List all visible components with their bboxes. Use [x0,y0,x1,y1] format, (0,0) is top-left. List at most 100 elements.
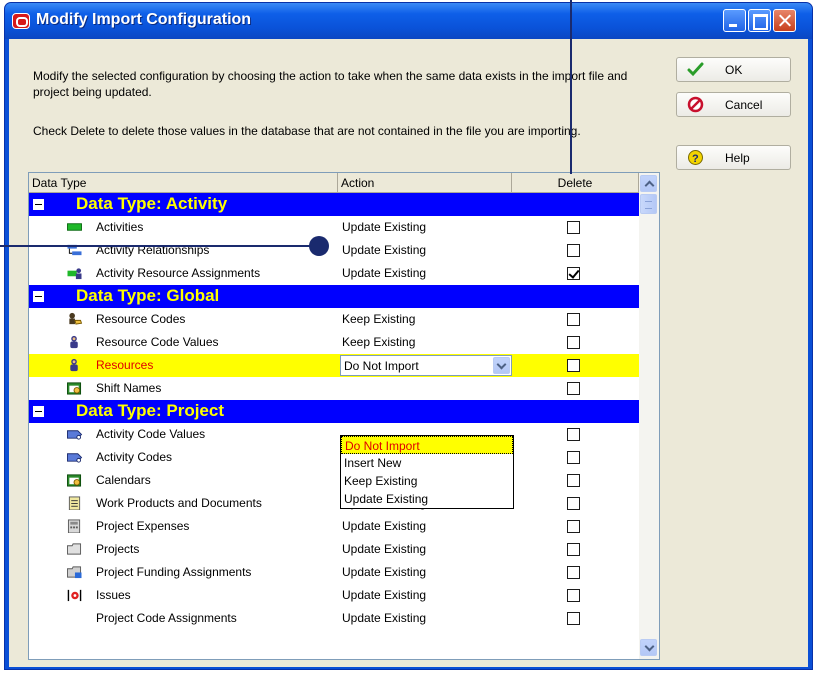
dropdown-option[interactable]: Insert New [341,454,513,472]
row-data-type: Project Funding Assignments [96,565,252,579]
delete-checkbox[interactable] [567,221,580,234]
table-row[interactable]: Activity Resource Assignments Update Exis… [29,262,639,285]
row-data-type: Resource Codes [96,312,186,326]
action-select-value: Do Not Import [344,359,419,373]
activity-bar-icon [67,223,82,231]
delete-checkbox[interactable] [567,589,580,602]
collapse-toggle-icon[interactable] [33,291,44,302]
row-data-type: Project Expenses [96,519,190,533]
column-delete[interactable]: Delete [512,173,639,193]
row-data-type: Work Products and Documents [96,496,262,510]
title-bar[interactable]: Modify Import Configuration [5,3,812,39]
delete-checkbox[interactable] [567,336,580,349]
scroll-down-button[interactable] [640,639,657,656]
row-data-type: Activities [96,220,144,234]
delete-checkbox[interactable] [567,474,580,487]
close-button[interactable] [773,9,796,32]
svg-text:?: ? [692,153,699,165]
delete-checkbox[interactable] [567,451,580,464]
help-button[interactable]: ? Help [676,145,791,170]
group-header[interactable]: Data Type: Global [29,285,639,308]
table-row[interactable]: Activity Codes Insert New [29,446,639,469]
delete-checkbox[interactable] [567,520,580,533]
delete-checkbox[interactable] [567,428,580,441]
chevron-down-icon[interactable] [493,357,510,374]
checkmark-icon [687,62,704,77]
group-title: Data Type: Global [76,286,220,305]
row-action[interactable]: Update Existing [342,565,426,579]
scroll-thumb[interactable] [640,194,657,214]
row-data-type: Resources [96,358,154,372]
row-data-type: Resource Code Values [96,335,219,349]
table-row[interactable]: Resource Code Values Keep Existing [29,331,639,354]
table-row[interactable]: Activities Update Existing [29,216,639,239]
delete-checkbox[interactable] [567,244,580,257]
row-action[interactable]: Update Existing [342,519,426,533]
delete-checkbox[interactable] [567,566,580,579]
cancel-icon [687,96,704,113]
calendar-icon [67,474,82,487]
help-icon: ? [688,150,703,165]
table-row[interactable]: Activity Relationships Update Existing [29,239,639,262]
delete-checkbox[interactable] [567,382,580,395]
collapse-toggle-icon[interactable] [33,199,44,210]
delete-checkbox[interactable] [567,497,580,510]
row-action[interactable]: Update Existing [342,243,426,257]
vertical-scrollbar[interactable] [639,173,659,659]
row-action[interactable]: Update Existing [342,542,426,556]
delete-checkbox[interactable] [567,543,580,556]
maximize-button[interactable] [748,9,771,32]
folder-icon [67,543,82,555]
code-tag-icon [67,453,83,463]
oracle-app-icon [12,13,30,29]
delete-checkbox[interactable] [567,612,580,625]
delete-checkbox[interactable] [567,359,580,372]
dropdown-option[interactable]: Keep Existing [341,472,513,490]
table-row[interactable]: Work Products and Documents Update Existi… [29,492,639,515]
row-action[interactable]: Keep Existing [342,335,415,349]
table-row[interactable]: Shift Names [29,377,639,400]
resource-assignment-icon [67,268,82,280]
delete-instruction-text: Check Delete to delete those values in t… [33,124,581,138]
row-action[interactable]: Update Existing [342,266,426,280]
dropdown-option[interactable]: Do Not Import [341,436,513,454]
window-title: Modify Import Configuration [36,11,252,28]
row-action[interactable]: Update Existing [342,220,426,234]
row-action[interactable]: Update Existing [342,588,426,602]
delete-checkbox[interactable] [567,267,580,280]
table-row[interactable]: Projects Update Existing [29,538,639,561]
group-header[interactable]: Data Type: Activity [29,193,639,216]
table-row[interactable]: Project Expenses Update Existing [29,515,639,538]
table-row[interactable]: Project Code Assignments Update Existing [29,607,639,630]
callout-line-vertical [570,0,572,174]
row-action[interactable]: Update Existing [342,611,426,625]
table-row[interactable]: Resources Do Not Import [29,354,639,377]
table-row[interactable]: Issues Update Existing [29,584,639,607]
table-row[interactable]: Activity Code Values [29,423,639,446]
row-data-type: Shift Names [96,381,162,395]
minimize-button[interactable] [723,9,746,32]
row-data-type: Calendars [96,473,151,487]
table-row[interactable]: Resource Codes Keep Existing [29,308,639,331]
delete-checkbox[interactable] [567,313,580,326]
row-action[interactable]: Keep Existing [342,312,415,326]
cancel-button[interactable]: Cancel [676,92,791,117]
scroll-up-button[interactable] [640,175,657,192]
collapse-toggle-icon[interactable] [33,406,44,417]
group-title: Data Type: Project [76,401,225,420]
callout-line-horizontal [0,245,318,247]
dialog-window: Modify Import Configuration Modify the s… [4,2,813,670]
ok-button[interactable]: OK [676,57,791,82]
column-action[interactable]: Action [338,173,512,193]
ok-label: OK [725,63,743,77]
dropdown-option[interactable]: Update Existing [341,490,513,508]
action-dropdown-list[interactable]: Do Not Import Insert New Keep Existing Upda… [340,435,514,509]
resource-codes-icon [69,312,83,325]
action-select[interactable]: Do Not Import [340,355,512,376]
group-header[interactable]: Data Type: Project [29,400,639,423]
column-data-type[interactable]: Data Type [29,173,338,193]
document-icon [68,496,81,510]
table-row[interactable]: Calendars Keep Existing [29,469,639,492]
table-row[interactable]: Project Funding Assignments Update Existi… [29,561,639,584]
expense-icon [67,519,81,533]
